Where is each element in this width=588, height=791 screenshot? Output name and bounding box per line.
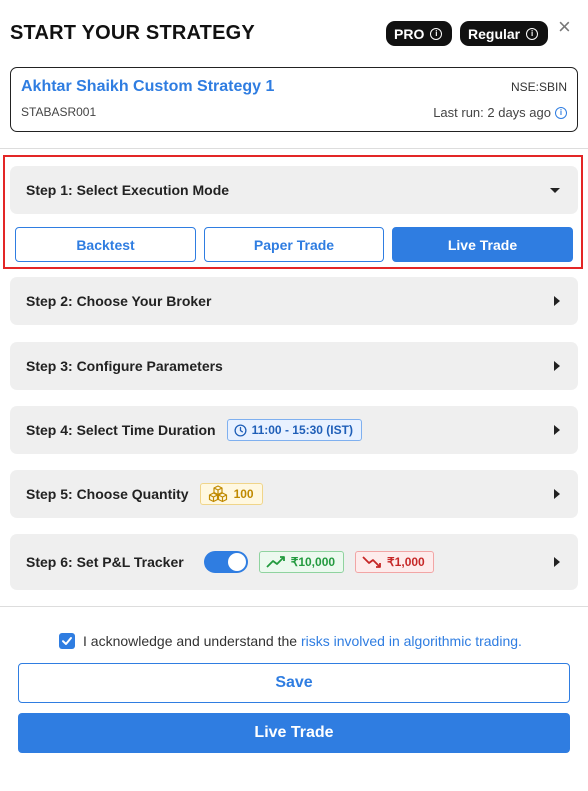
step-2-broker[interactable]: Step 2: Choose Your Broker — [10, 277, 578, 325]
strategy-card: Akhtar Shaikh Custom Strategy 1 NSE:SBIN… — [10, 67, 578, 132]
step-2-label: Step 2: Choose Your Broker — [26, 293, 212, 309]
step-6-label: Step 6: Set P&L Tracker — [26, 554, 184, 570]
step-1-label: Step 1: Select Execution Mode — [26, 182, 230, 198]
paper-trade-button[interactable]: Paper Trade — [204, 227, 384, 262]
caret-right-icon — [554, 361, 560, 371]
pnl-tracker-toggle[interactable] — [203, 551, 248, 573]
step-5-quantity[interactable]: Step 5: Choose Quantity 100 — [10, 470, 578, 518]
live-trade-button[interactable]: Live Trade — [18, 713, 570, 753]
time-range-chip: 11:00 - 15:30 (IST) — [226, 419, 362, 441]
quantity-chip: 100 — [199, 483, 263, 505]
step-5-label: Step 5: Choose Quantity — [26, 486, 189, 502]
check-icon — [62, 637, 72, 645]
save-button[interactable]: Save — [18, 663, 570, 703]
divider — [0, 148, 588, 149]
caret-down-icon — [550, 188, 560, 193]
stop-loss-chip[interactable]: ₹1,000 — [355, 551, 434, 573]
regular-badge[interactable]: Regular i — [460, 21, 548, 46]
caret-right-icon — [554, 489, 560, 499]
quantity-value: 100 — [233, 487, 254, 501]
strategy-name[interactable]: Akhtar Shaikh Custom Strategy 1 — [21, 78, 274, 96]
step-6-pnl-tracker[interactable]: Step 6: Set P&L Tracker ₹10,000 ₹1,000 — [10, 534, 578, 590]
acknowledge-text: I acknowledge and understand the risks i… — [83, 633, 522, 649]
step-3-label: Step 3: Configure Parameters — [26, 358, 223, 374]
step-3-parameters[interactable]: Step 3: Configure Parameters — [10, 342, 578, 390]
info-icon[interactable]: i — [526, 27, 539, 40]
caret-right-icon — [554, 296, 560, 306]
header: START YOUR STRATEGY PRO i Regular i × — [10, 14, 578, 48]
strategy-symbol: NSE:SBIN — [510, 80, 567, 94]
caret-right-icon — [554, 425, 560, 435]
acknowledge-checkbox[interactable] — [59, 633, 75, 649]
toggle-knob — [227, 553, 246, 571]
time-range-text: 11:00 - 15:30 (IST) — [251, 423, 353, 437]
last-run: Last run: 2 days ago i — [433, 105, 567, 120]
clock-icon — [234, 423, 247, 437]
info-icon[interactable]: i — [555, 106, 567, 119]
divider — [0, 606, 588, 607]
page-title: START YOUR STRATEGY — [10, 22, 255, 44]
acknowledge-label: I acknowledge and understand the — [83, 633, 298, 649]
risks-link[interactable]: risks involved in algorithmic trading. — [301, 633, 522, 649]
pro-badge-label: PRO — [394, 25, 425, 42]
last-run-text: Last run: 2 days ago — [433, 105, 551, 120]
step-4-label: Step 4: Select Time Duration — [26, 422, 216, 438]
backtest-button[interactable]: Backtest — [15, 227, 196, 262]
step-4-time-duration[interactable]: Step 4: Select Time Duration 11:00 - 15:… — [10, 406, 578, 454]
stop-loss-value: ₹1,000 — [387, 555, 425, 569]
trend-down-icon — [362, 556, 381, 568]
pro-badge[interactable]: PRO i — [386, 21, 452, 46]
caret-right-icon — [554, 557, 560, 567]
close-icon[interactable]: × — [558, 14, 571, 40]
info-icon[interactable]: i — [430, 27, 443, 40]
acknowledgement: I acknowledge and understand the risks i… — [59, 633, 522, 649]
trend-up-icon — [266, 556, 285, 568]
profit-target-chip[interactable]: ₹10,000 — [258, 551, 345, 573]
strategy-code: STABASR001 — [21, 105, 97, 119]
boxes-icon — [208, 485, 227, 503]
step-1-execution-mode[interactable]: Step 1: Select Execution Mode — [10, 166, 578, 214]
regular-badge-label: Regular — [468, 25, 521, 42]
live-trade-mode-button[interactable]: Live Trade — [392, 227, 573, 262]
profit-target-value: ₹10,000 — [290, 555, 336, 569]
